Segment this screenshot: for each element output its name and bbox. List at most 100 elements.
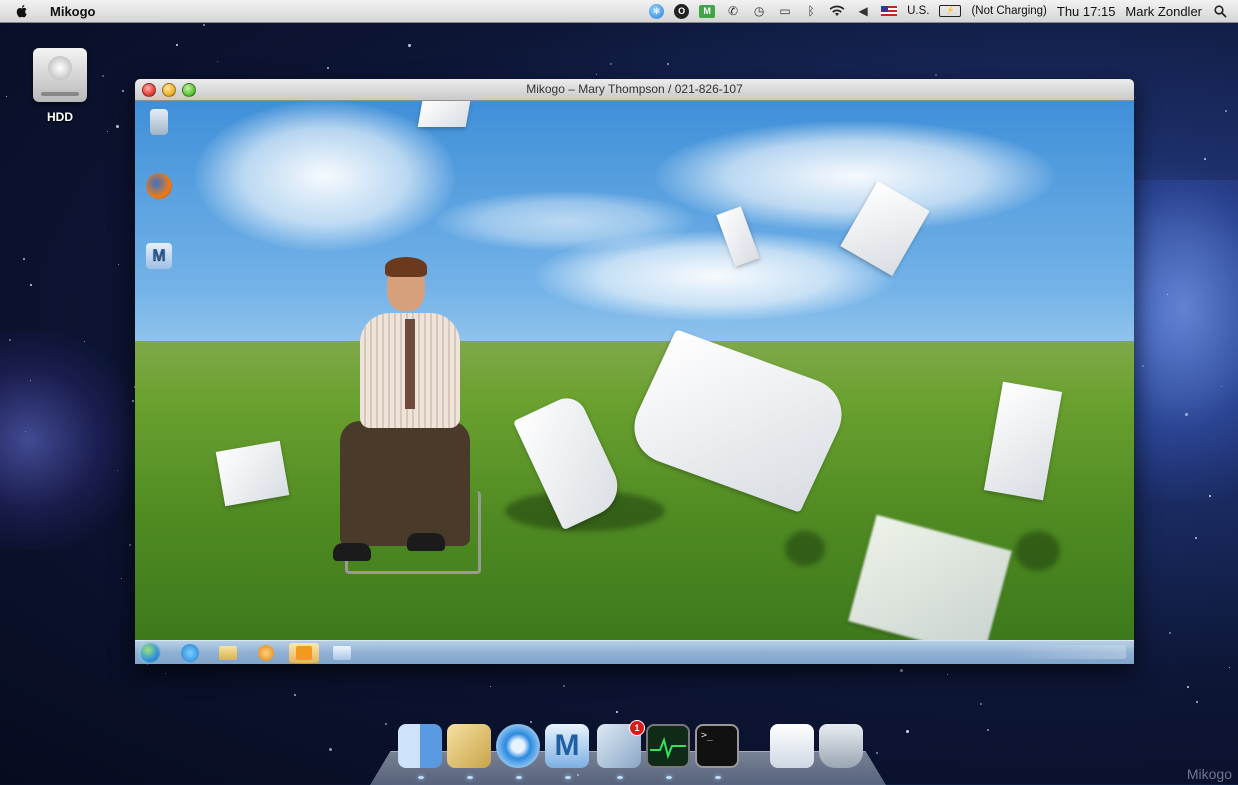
system-tray[interactable]	[1006, 645, 1126, 659]
apple-menu-icon[interactable]	[14, 3, 30, 19]
star	[1169, 632, 1171, 634]
explorer-taskbar-icon[interactable]	[213, 643, 243, 663]
remote-desktop-view[interactable]: M	[135, 101, 1134, 640]
safari-icon[interactable]	[496, 724, 540, 768]
star	[122, 90, 124, 92]
hair	[385, 257, 427, 277]
documents-stack-icon[interactable]	[770, 724, 814, 768]
star	[327, 67, 329, 69]
star	[1204, 158, 1206, 160]
firefox-icon	[146, 173, 172, 199]
shadow	[1015, 531, 1060, 571]
desktop-hdd[interactable]: HDD	[30, 48, 90, 124]
preview-icon[interactable]	[447, 724, 491, 768]
cloud	[435, 191, 695, 251]
star	[329, 748, 332, 751]
star	[900, 669, 903, 672]
man-in-chair	[315, 257, 485, 591]
clock[interactable]: Thu 17:15	[1057, 4, 1116, 19]
star	[876, 752, 878, 754]
mikogo-dock-icon[interactable]: M	[545, 724, 589, 768]
mikogo-status-icon[interactable]: O	[674, 3, 690, 19]
spotlight-icon[interactable]	[1212, 3, 1228, 19]
star	[610, 63, 612, 65]
star	[1195, 537, 1197, 539]
star	[385, 723, 387, 725]
star	[616, 711, 618, 713]
star	[906, 730, 909, 733]
zoom-button[interactable]	[182, 83, 196, 97]
star	[1187, 686, 1189, 688]
battery-icon[interactable]: ⚡	[939, 5, 962, 17]
star	[667, 63, 669, 65]
tie	[405, 319, 415, 409]
connectivity-icon[interactable]: ✻	[649, 3, 665, 19]
hard-drive-icon[interactable]	[33, 48, 87, 102]
window-titlebar[interactable]: Mikogo – Mary Thompson / 021-826-107	[135, 79, 1134, 101]
green-app-icon[interactable]: M	[699, 4, 716, 18]
flying-paper	[215, 440, 290, 507]
star	[217, 61, 218, 62]
shoe	[407, 533, 445, 551]
tray-icons	[1006, 645, 1126, 659]
running-indicator	[666, 776, 672, 779]
shoe	[333, 543, 371, 561]
input-source-label[interactable]: U.S.	[907, 5, 929, 17]
time-machine-icon[interactable]: ◷	[751, 3, 767, 19]
app-menu-mikogo[interactable]: Mikogo	[50, 4, 96, 19]
windows-taskbar	[135, 640, 1134, 664]
star	[1135, 97, 1136, 98]
window-title: Mikogo – Mary Thompson / 021-826-107	[526, 82, 743, 96]
window-controls	[142, 83, 196, 97]
mail-icon[interactable]: 1	[597, 720, 645, 768]
star	[1225, 110, 1227, 112]
star	[23, 258, 25, 260]
star	[947, 674, 948, 675]
star	[6, 96, 7, 97]
running-indicator	[418, 776, 424, 779]
mikogo-viewer-window[interactable]: Mikogo – Mary Thompson / 021-826-107 M	[135, 79, 1134, 664]
star	[116, 125, 119, 128]
hdd-label: HDD	[47, 110, 73, 124]
mikogo-taskbar-icon[interactable]	[327, 643, 357, 663]
finder-icon[interactable]	[398, 724, 442, 768]
volume-icon[interactable]: ◀	[855, 3, 871, 19]
phone-icon[interactable]: ✆	[725, 3, 741, 19]
active-taskbar-app-icon[interactable]	[289, 643, 319, 663]
star	[490, 686, 491, 687]
watermark: Mikogo	[1186, 766, 1232, 782]
terminal-icon[interactable]: >_	[695, 724, 739, 768]
star	[1229, 667, 1230, 668]
activity-monitor-icon[interactable]	[646, 724, 690, 768]
trash-icon[interactable]	[819, 724, 863, 768]
flying-paper	[417, 101, 471, 127]
mikogo-desktop-icon[interactable]: M	[141, 243, 177, 271]
star	[118, 264, 119, 265]
user-name[interactable]: Mark Zondler	[1125, 4, 1202, 19]
battery-status[interactable]: (Not Charging)	[971, 5, 1046, 17]
star	[30, 284, 32, 286]
star	[563, 685, 565, 687]
recycle-bin-desktop-icon[interactable]	[141, 109, 177, 137]
status-area: ✻ O M ✆ ◷ ▭ ᛒ ◀ U.S. ⚡ (Not Charging) Th…	[649, 0, 1228, 22]
menu-bar: Mikogo ✻ O M ✆ ◷ ▭ ᛒ ◀ U.S. ⚡ (Not Charg…	[0, 0, 1238, 23]
firefox-desktop-icon[interactable]	[141, 173, 177, 201]
star	[408, 44, 411, 47]
star	[987, 729, 989, 731]
windows-start-button[interactable]	[139, 642, 161, 664]
display-icon[interactable]: ▭	[777, 3, 793, 19]
internet-explorer-taskbar-icon[interactable]	[175, 643, 205, 663]
running-indicator	[565, 776, 571, 779]
flag-icon[interactable]	[881, 6, 898, 16]
wifi-icon[interactable]	[829, 3, 845, 19]
close-button[interactable]	[142, 83, 156, 97]
media-player-taskbar-icon[interactable]	[251, 643, 281, 663]
nebula-left	[0, 330, 140, 550]
star	[1196, 701, 1198, 703]
running-indicator	[516, 776, 522, 779]
bluetooth-icon[interactable]: ᛒ	[803, 3, 819, 19]
star	[107, 131, 108, 132]
mikogo-icon: M	[146, 243, 172, 269]
minimize-button[interactable]	[162, 83, 176, 97]
running-indicator	[467, 776, 473, 779]
